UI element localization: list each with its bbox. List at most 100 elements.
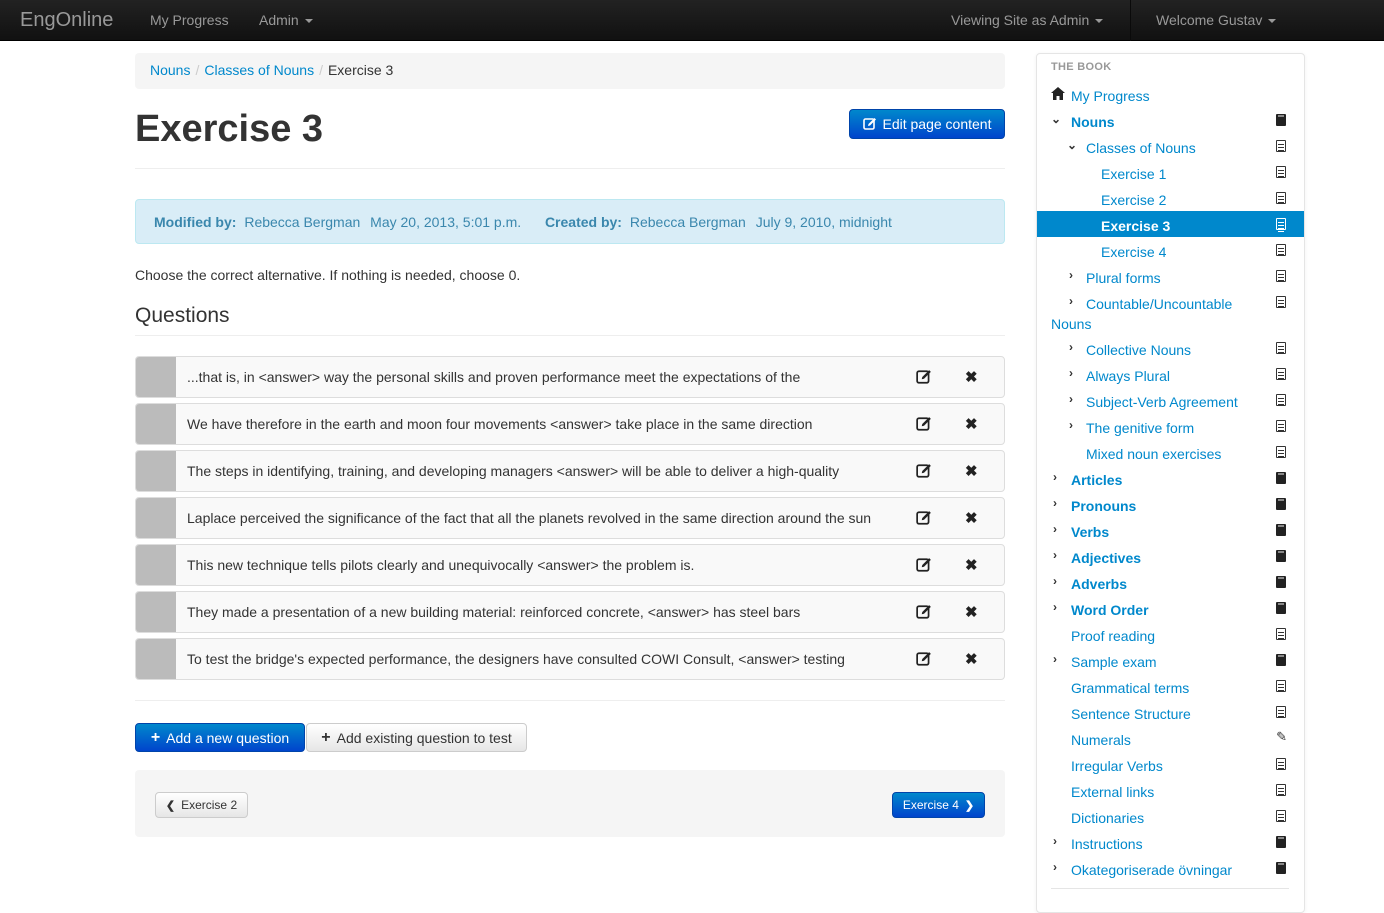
edit-page-content-label: Edit page content (882, 116, 992, 132)
nav-admin-dropdown[interactable]: Admin (259, 12, 313, 28)
delete-question-icon[interactable]: ✖ (965, 415, 978, 433)
sidebar-item-exercise-3[interactable]: Exercise 3 (1037, 211, 1304, 237)
sidebar-item-adjectives[interactable]: › Adjectives (1037, 543, 1304, 569)
sidebar-item-pronouns[interactable]: › Pronouns (1037, 491, 1304, 517)
drag-handle[interactable] (136, 404, 176, 444)
sidebar-item-plural-forms[interactable]: › Plural forms (1037, 263, 1304, 289)
sidebar-item-subject-verb-agreement[interactable]: › Subject-Verb Agreement (1037, 387, 1304, 413)
nav-viewing-as-dropdown[interactable]: Viewing Site as Admin (951, 12, 1104, 28)
edit-question-icon[interactable] (916, 604, 932, 620)
caret-down-icon (1268, 19, 1277, 24)
sidebar-item-my-progress[interactable]: My Progress (1037, 81, 1304, 107)
edit-question-icon[interactable] (916, 651, 932, 667)
add-new-question-button[interactable]: + Add a new question (135, 723, 305, 752)
book-icon (1276, 550, 1286, 562)
delete-question-icon[interactable]: ✖ (965, 509, 978, 527)
sidebar-item-exercise-4[interactable]: Exercise 4 (1037, 237, 1304, 263)
sidebar-item-instructions[interactable]: › Instructions (1037, 829, 1304, 855)
drag-handle[interactable] (136, 592, 176, 632)
sidebar-item-sample-exam[interactable]: › Sample exam (1037, 647, 1304, 673)
nav-my-progress[interactable]: My Progress (150, 12, 229, 28)
sidebar-item-mixed-noun-exercises[interactable]: Mixed noun exercises (1037, 439, 1304, 465)
delete-question-icon[interactable]: ✖ (965, 603, 978, 621)
sidebar-item-external-links[interactable]: External links (1037, 777, 1304, 803)
delete-question-icon[interactable]: ✖ (965, 556, 978, 574)
chevron-right-icon[interactable]: › (1053, 652, 1057, 666)
sidebar-item-collective-nouns[interactable]: › Collective Nouns (1037, 335, 1304, 361)
add-existing-question-label: Add existing question to test (336, 729, 512, 746)
breadcrumb: Nouns / Classes of Nouns / Exercise 3 (135, 53, 1005, 89)
breadcrumb-classes-of-nouns[interactable]: Classes of Nouns (204, 62, 314, 78)
question-row: We have therefore in the earth and moon … (135, 403, 1005, 445)
sidebar-item-label: External links (1071, 784, 1155, 800)
drag-handle[interactable] (136, 357, 176, 397)
edit-question-icon[interactable] (916, 463, 932, 479)
chevron-right-icon[interactable]: › (1069, 294, 1073, 308)
previous-exercise-button[interactable]: ❮ Exercise 2 (155, 792, 248, 818)
delete-question-icon[interactable]: ✖ (965, 462, 978, 480)
sidebar-item-exercise-2[interactable]: Exercise 2 (1037, 185, 1304, 211)
chevron-right-icon[interactable]: › (1069, 268, 1073, 282)
book-sidebar: THE BOOK My Progress ⌄ Nouns ⌄ Classes o… (1036, 53, 1305, 913)
next-exercise-button[interactable]: Exercise 4 ❯ (892, 792, 985, 818)
chevron-right-icon[interactable]: › (1069, 366, 1073, 380)
sidebar-item-classes-of-nouns[interactable]: ⌄ Classes of Nouns (1037, 133, 1304, 159)
sidebar-item-grammatical-terms[interactable]: Grammatical terms (1037, 673, 1304, 699)
sidebar-item-irregular-verbs[interactable]: Irregular Verbs (1037, 751, 1304, 777)
chevron-down-icon[interactable]: ⌄ (1051, 112, 1061, 126)
sidebar-item-verbs[interactable]: › Verbs (1037, 517, 1304, 543)
edit-question-icon[interactable] (916, 510, 932, 526)
chevron-right-icon[interactable]: › (1053, 548, 1057, 562)
sidebar-item-label: Countable/Uncountable (1086, 296, 1233, 312)
chevron-right-icon[interactable]: › (1069, 392, 1073, 406)
breadcrumb-separator: / (195, 62, 200, 78)
brand-logo[interactable]: EngOnline (20, 9, 113, 32)
previous-exercise-label: Exercise 2 (181, 798, 238, 812)
book-icon (1276, 576, 1286, 588)
sidebar-item-label: Numerals (1071, 732, 1131, 748)
divider (135, 700, 1005, 701)
sidebar-item-sentence-structure[interactable]: Sentence Structure (1037, 699, 1304, 725)
sidebar-item-countable-uncountable-nouns[interactable]: › Countable/Uncountable Nouns (1037, 289, 1304, 341)
drag-handle[interactable] (136, 545, 176, 585)
sidebar-item-proof-reading[interactable]: Proof reading (1037, 621, 1304, 647)
delete-question-icon[interactable]: ✖ (965, 650, 978, 668)
chevron-right-icon[interactable]: › (1069, 418, 1073, 432)
breadcrumb-nouns[interactable]: Nouns (150, 62, 190, 78)
chevron-right-icon[interactable]: › (1053, 496, 1057, 510)
sidebar-item-label: Instructions (1071, 836, 1143, 852)
edit-question-icon[interactable] (916, 369, 932, 385)
sidebar-item-okategoriserade-ovningar[interactable]: › Okategoriserade övningar (1037, 855, 1304, 881)
nav-user-dropdown[interactable]: Welcome Gustav (1156, 12, 1277, 28)
sidebar-item-dictionaries[interactable]: Dictionaries (1037, 803, 1304, 829)
nav-viewing-label: Viewing Site as Admin (951, 12, 1090, 28)
document-icon (1276, 628, 1286, 640)
chevron-right-icon[interactable]: › (1053, 834, 1057, 848)
sidebar-item-exercise-1[interactable]: Exercise 1 (1037, 159, 1304, 185)
sidebar-item-adverbs[interactable]: › Adverbs (1037, 569, 1304, 595)
edit-question-icon[interactable] (916, 416, 932, 432)
delete-question-icon[interactable]: ✖ (965, 368, 978, 386)
edit-page-content-button[interactable]: Edit page content (849, 109, 1005, 139)
edit-question-icon[interactable] (916, 557, 932, 573)
sidebar-header: THE BOOK (1051, 61, 1112, 73)
chevron-right-icon[interactable]: › (1069, 340, 1073, 354)
add-existing-question-button[interactable]: + Add existing question to test (306, 723, 527, 752)
sidebar-item-nouns[interactable]: ⌄ Nouns (1037, 107, 1304, 133)
sidebar-item-word-order[interactable]: › Word Order (1037, 595, 1304, 621)
chevron-right-icon[interactable]: › (1053, 600, 1057, 614)
sidebar-item-genitive-form[interactable]: › The genitive form (1037, 413, 1304, 439)
drag-handle[interactable] (136, 498, 176, 538)
drag-handle[interactable] (136, 639, 176, 679)
sidebar-item-always-plural[interactable]: › Always Plural (1037, 361, 1304, 387)
chevron-right-icon[interactable]: › (1053, 522, 1057, 536)
sidebar-item-articles[interactable]: › Articles (1037, 465, 1304, 491)
questions-heading: Questions (135, 304, 230, 327)
chevron-right-icon[interactable]: › (1053, 470, 1057, 484)
sidebar-item-label: Irregular Verbs (1071, 758, 1163, 774)
chevron-right-icon[interactable]: › (1053, 574, 1057, 588)
drag-handle[interactable] (136, 451, 176, 491)
chevron-right-icon[interactable]: › (1053, 860, 1057, 874)
sidebar-item-numerals[interactable]: Numerals ✎ (1037, 725, 1304, 751)
chevron-down-icon[interactable]: ⌄ (1067, 138, 1077, 152)
